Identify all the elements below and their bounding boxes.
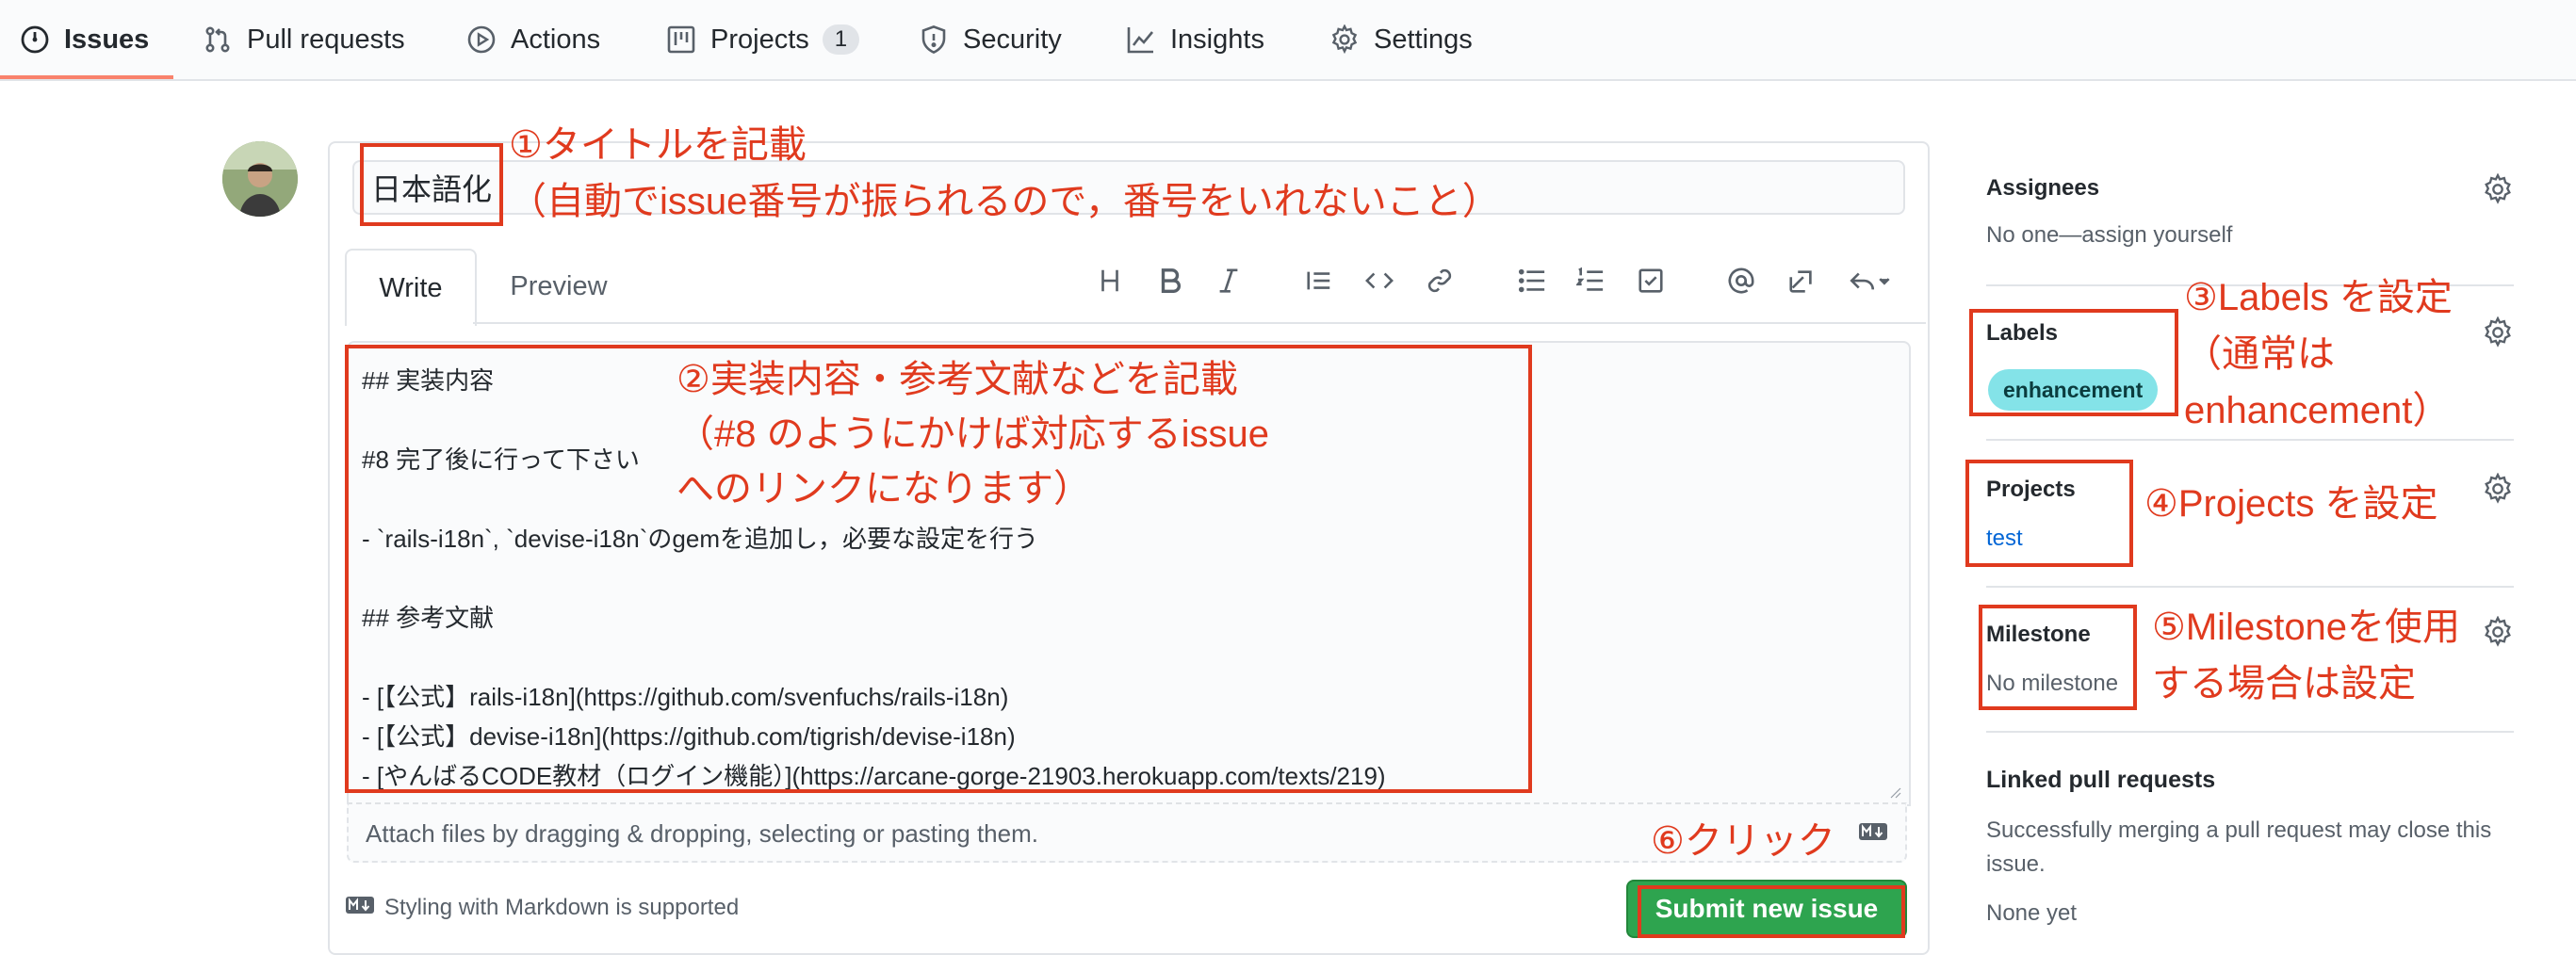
tab-label: Projects [710,24,809,55]
annotation-box-projects [1965,460,2133,567]
saved-replies-icon[interactable] [1841,262,1898,299]
tab-insights[interactable]: Insights [1125,0,1264,79]
linked-prs-heading: Linked pull requests [1986,767,2216,793]
sidebar-divider [1986,731,2514,733]
git-pull-request-icon [202,24,234,56]
project-icon [665,24,697,56]
active-tab-underline [0,75,173,79]
issue-opened-icon [19,24,51,56]
annotation-box-milestone [1979,605,2137,710]
annotation-box-labels [1969,309,2178,416]
markdown-note: Styling with Markdown is supported [345,895,739,921]
tab-label: Security [963,24,1062,55]
sidebar-divider [1986,439,2514,441]
linked-prs-value: None yet [1986,900,2078,926]
linked-prs-description: Successfully merging a pull request may … [1986,817,2492,877]
milestone-gear-icon[interactable] [2482,615,2514,648]
numbered-list-icon[interactable] [1570,262,1611,299]
annotation-2: ②実装内容・参考文献などを記載 （#8 のようにかけば対応するissue へのリ… [677,359,1269,510]
assignees-heading: Assignees [1986,175,2100,201]
assignees-gear-icon[interactable] [2482,172,2514,205]
tab-settings[interactable]: Settings [1329,0,1473,79]
link-icon[interactable] [1419,262,1460,299]
graph-icon [1125,24,1157,56]
tab-pull-requests[interactable]: Pull requests [202,0,405,79]
tab-label: Actions [511,24,601,55]
tab-security[interactable]: Security [918,0,1062,79]
bullet-list-icon[interactable] [1511,262,1553,299]
annotation-box-title [360,143,503,226]
annotation-5: ⑤Milestoneを使用 する場合は設定 [2152,607,2461,704]
markdown-note-text[interactable]: Styling with Markdown is supported [384,895,739,921]
tab-preview[interactable]: Preview [488,249,629,324]
annotation-1: ①タイトルを記載 （自動でissue番号が振られるので，番号をいれないこと） [509,124,1500,222]
tab-issues[interactable]: Issues [19,0,149,79]
labels-gear-icon[interactable] [2482,316,2514,348]
sidebar-divider [1986,586,2514,588]
tab-label: Issues [64,24,150,55]
code-icon[interactable] [1359,262,1400,299]
assignees-value[interactable]: No one—assign yourself [1986,222,2232,249]
annotation-6: ⑥クリック [1651,820,1835,862]
annotation-box-submit [1638,885,1905,938]
tab-label: Pull requests [247,24,405,55]
annotation-4: ④Projects を設定 [2144,483,2438,525]
tab-label: Insights [1170,24,1264,55]
mention-icon[interactable] [1720,262,1762,299]
tab-write[interactable]: Write [345,249,477,326]
avatar[interactable] [222,141,298,217]
tab-label: Settings [1374,24,1473,55]
shield-icon [918,24,950,56]
task-list-icon[interactable] [1630,262,1671,299]
tab-divider [473,322,1926,324]
play-icon [465,24,497,56]
annotation-3: ③Labels を設定 （通常は enhancement） [2184,277,2453,431]
projects-count-badge: 1 [822,24,860,55]
repo-nav: Issues Pull requests Actions Projects 1 … [0,0,2576,81]
markdown-icon [345,895,375,921]
gear-icon [1329,24,1361,56]
resize-handle-icon[interactable] [1888,785,1901,799]
bold-icon[interactable] [1149,262,1191,299]
attach-files-text: Attach files by dragging & dropping, sel… [366,819,1038,848]
projects-gear-icon[interactable] [2482,472,2514,505]
heading-icon[interactable] [1089,262,1131,299]
markdown-icon [1858,822,1888,841]
quote-icon[interactable] [1298,262,1340,299]
cross-reference-icon[interactable] [1781,262,1822,299]
italic-icon[interactable] [1208,262,1249,299]
tab-actions[interactable]: Actions [465,0,600,79]
tab-projects[interactable]: Projects 1 [665,0,860,79]
